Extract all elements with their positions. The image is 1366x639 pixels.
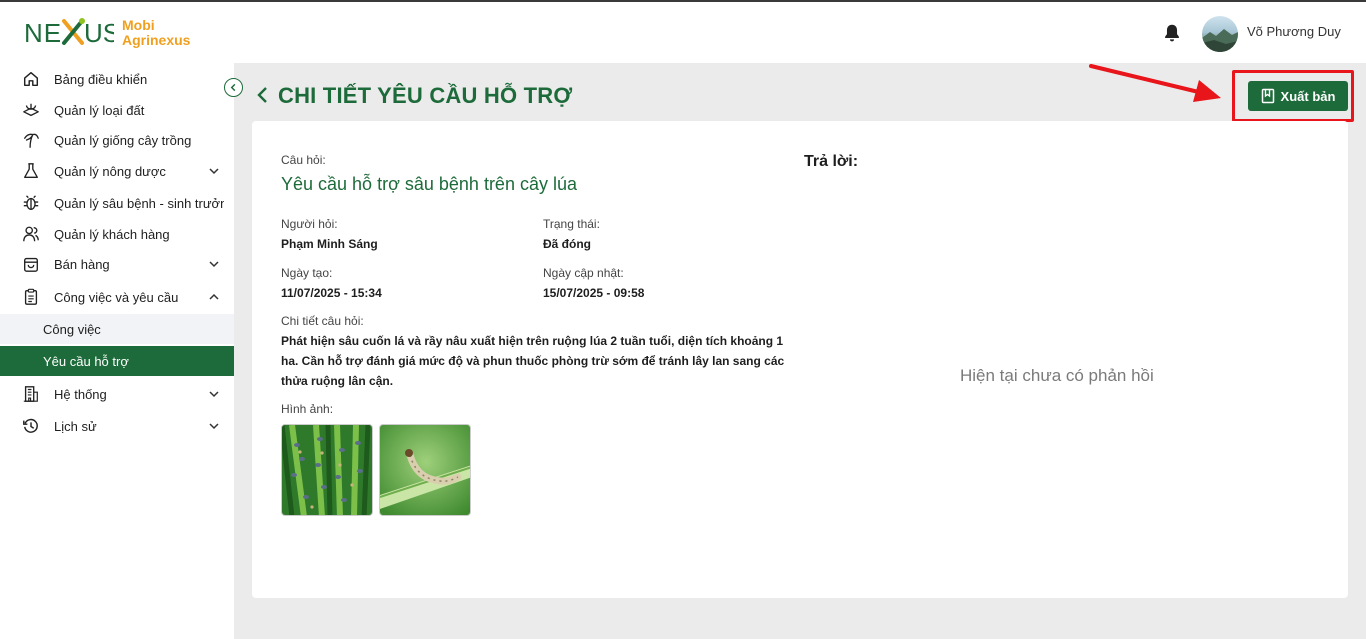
top-header: NE US Mobi Agrinexus Võ Phương Duy — [0, 2, 1366, 63]
sidebar-item-label: Quản lý loại đất — [54, 102, 145, 118]
back-arrow-icon[interactable] — [256, 85, 270, 105]
shopping-bag-icon — [24, 257, 38, 272]
annotation-arrow — [1089, 64, 1221, 102]
question-title: Yêu cầu hỗ trợ sâu bệnh trên cây lúa — [281, 174, 577, 194]
bell-icon[interactable] — [1161, 22, 1183, 44]
sidebar-item-system[interactable]: Hệ thống — [0, 379, 234, 409]
larva-image — [380, 425, 470, 515]
updated-label: Ngày cập nhật: — [543, 266, 624, 280]
svg-text:NE: NE — [24, 18, 62, 48]
asker-value: Phạm Minh Sáng — [281, 237, 378, 251]
flask-icon — [24, 163, 38, 178]
sidebar-item-pesticides[interactable]: Quản lý nông dược — [0, 156, 234, 186]
brand-name: Mobi Agrinexus — [122, 18, 190, 48]
page-title: CHI TIẾT YÊU CẦU HỖ TRỢ — [278, 83, 573, 108]
home-icon — [23, 71, 39, 87]
sidebar-subitem-label: Yêu cầu hỗ trợ — [43, 353, 129, 369]
sidebar-item-label: Bảng điều khiển — [54, 71, 148, 87]
question-image-1[interactable] — [281, 424, 373, 516]
users-icon — [23, 226, 39, 242]
sidebar-item-label: Lịch sử — [54, 418, 97, 434]
book-icon — [1261, 88, 1274, 104]
sidebar-item-sales[interactable]: Bán hàng — [0, 249, 234, 279]
sidebar-item-label: Quản lý sâu bệnh - sinh trưởng — [54, 195, 224, 211]
building-icon — [23, 386, 38, 402]
created-value: 11/07/2025 - 15:34 — [281, 286, 382, 300]
brand-logo[interactable]: NE US Mobi Agrinexus — [24, 14, 190, 52]
bug-icon — [23, 195, 39, 210]
history-icon — [23, 418, 38, 433]
sidebar-subitem-support-requests[interactable]: Yêu cầu hỗ trợ — [0, 346, 234, 376]
chevron-down-icon — [209, 391, 219, 398]
sidebar-item-label: Hệ thống — [54, 386, 107, 402]
brand-line-2: Agrinexus — [122, 32, 191, 48]
sidebar-item-pests-growth[interactable]: Quản lý sâu bệnh - sinh trưởng — [0, 188, 234, 218]
clipboard-icon — [24, 288, 38, 305]
chevron-left-icon — [230, 83, 236, 92]
asker-label: Người hỏi: — [281, 217, 338, 231]
chevron-down-icon — [209, 261, 219, 268]
sidebar-collapse-button[interactable] — [224, 78, 243, 97]
sidebar-item-label: Quản lý nông dược — [54, 163, 166, 179]
sidebar-subitem-label: Công việc — [43, 321, 101, 337]
nexus-logo-icon: NE US — [24, 18, 114, 48]
sidebar-item-history[interactable]: Lịch sử — [0, 411, 234, 441]
sidebar-item-label: Quản lý khách hàng — [54, 226, 170, 242]
sidebar-item-customers[interactable]: Quản lý khách hàng — [0, 219, 234, 249]
images-label: Hình ảnh: — [281, 402, 334, 416]
question-image-2[interactable] — [379, 424, 471, 516]
avatar-landscape-icon — [1202, 29, 1238, 52]
sidebar-subitem-tasks[interactable]: Công việc — [0, 314, 234, 344]
plant-icon — [24, 133, 39, 148]
sidebar-item-tasks-requests[interactable]: Công việc và yêu cầu — [0, 282, 234, 312]
sidebar-item-soil[interactable]: Quản lý loại đất — [0, 95, 234, 125]
chevron-down-icon — [209, 168, 219, 175]
answer-label: Trả lời: — [804, 153, 859, 170]
svg-text:US: US — [84, 18, 114, 48]
sidebar-item-label: Quản lý giống cây trồng — [54, 132, 192, 148]
user-name[interactable]: Võ Phương Duy — [1247, 24, 1341, 39]
sidebar-item-plant-varieties[interactable]: Quản lý giống cây trồng — [0, 125, 234, 155]
chevron-up-icon — [209, 293, 219, 300]
updated-value: 15/07/2025 - 09:58 — [543, 286, 645, 300]
sidebar: Bảng điều khiển Quản lý loại đất Quản lý… — [0, 63, 234, 639]
avatar[interactable] — [1202, 16, 1238, 52]
status-value: Đã đóng — [543, 237, 591, 251]
no-answer-message: Hiện tại chưa có phản hồi — [960, 366, 1154, 385]
detail-label: Chi tiết câu hỏi: — [281, 314, 364, 328]
publish-button[interactable]: Xuất bản — [1248, 81, 1348, 111]
main-content: CHI TIẾT YÊU CẦU HỖ TRỢ Xuất bản Câu hỏi… — [234, 63, 1366, 639]
question-label: Câu hỏi: — [281, 153, 326, 167]
soil-icon — [23, 103, 39, 117]
chevron-down-icon — [209, 423, 219, 430]
created-label: Ngày tạo: — [281, 266, 333, 280]
publish-button-label: Xuất bản — [1280, 88, 1336, 104]
sidebar-item-label: Bán hàng — [54, 256, 110, 272]
sidebar-item-label: Công việc và yêu cầu — [54, 289, 179, 305]
question-detail-text: Phát hiện sâu cuốn lá và rầy nâu xuất hi… — [281, 334, 785, 388]
request-detail-card: Câu hỏi: Yêu cầu hỗ trợ sâu bệnh trên câ… — [252, 121, 1348, 598]
status-label: Trạng thái: — [543, 217, 600, 231]
sidebar-item-dashboard[interactable]: Bảng điều khiển — [0, 64, 234, 94]
brand-line-1: Mobi — [122, 17, 155, 33]
planthopper-image — [282, 425, 372, 515]
